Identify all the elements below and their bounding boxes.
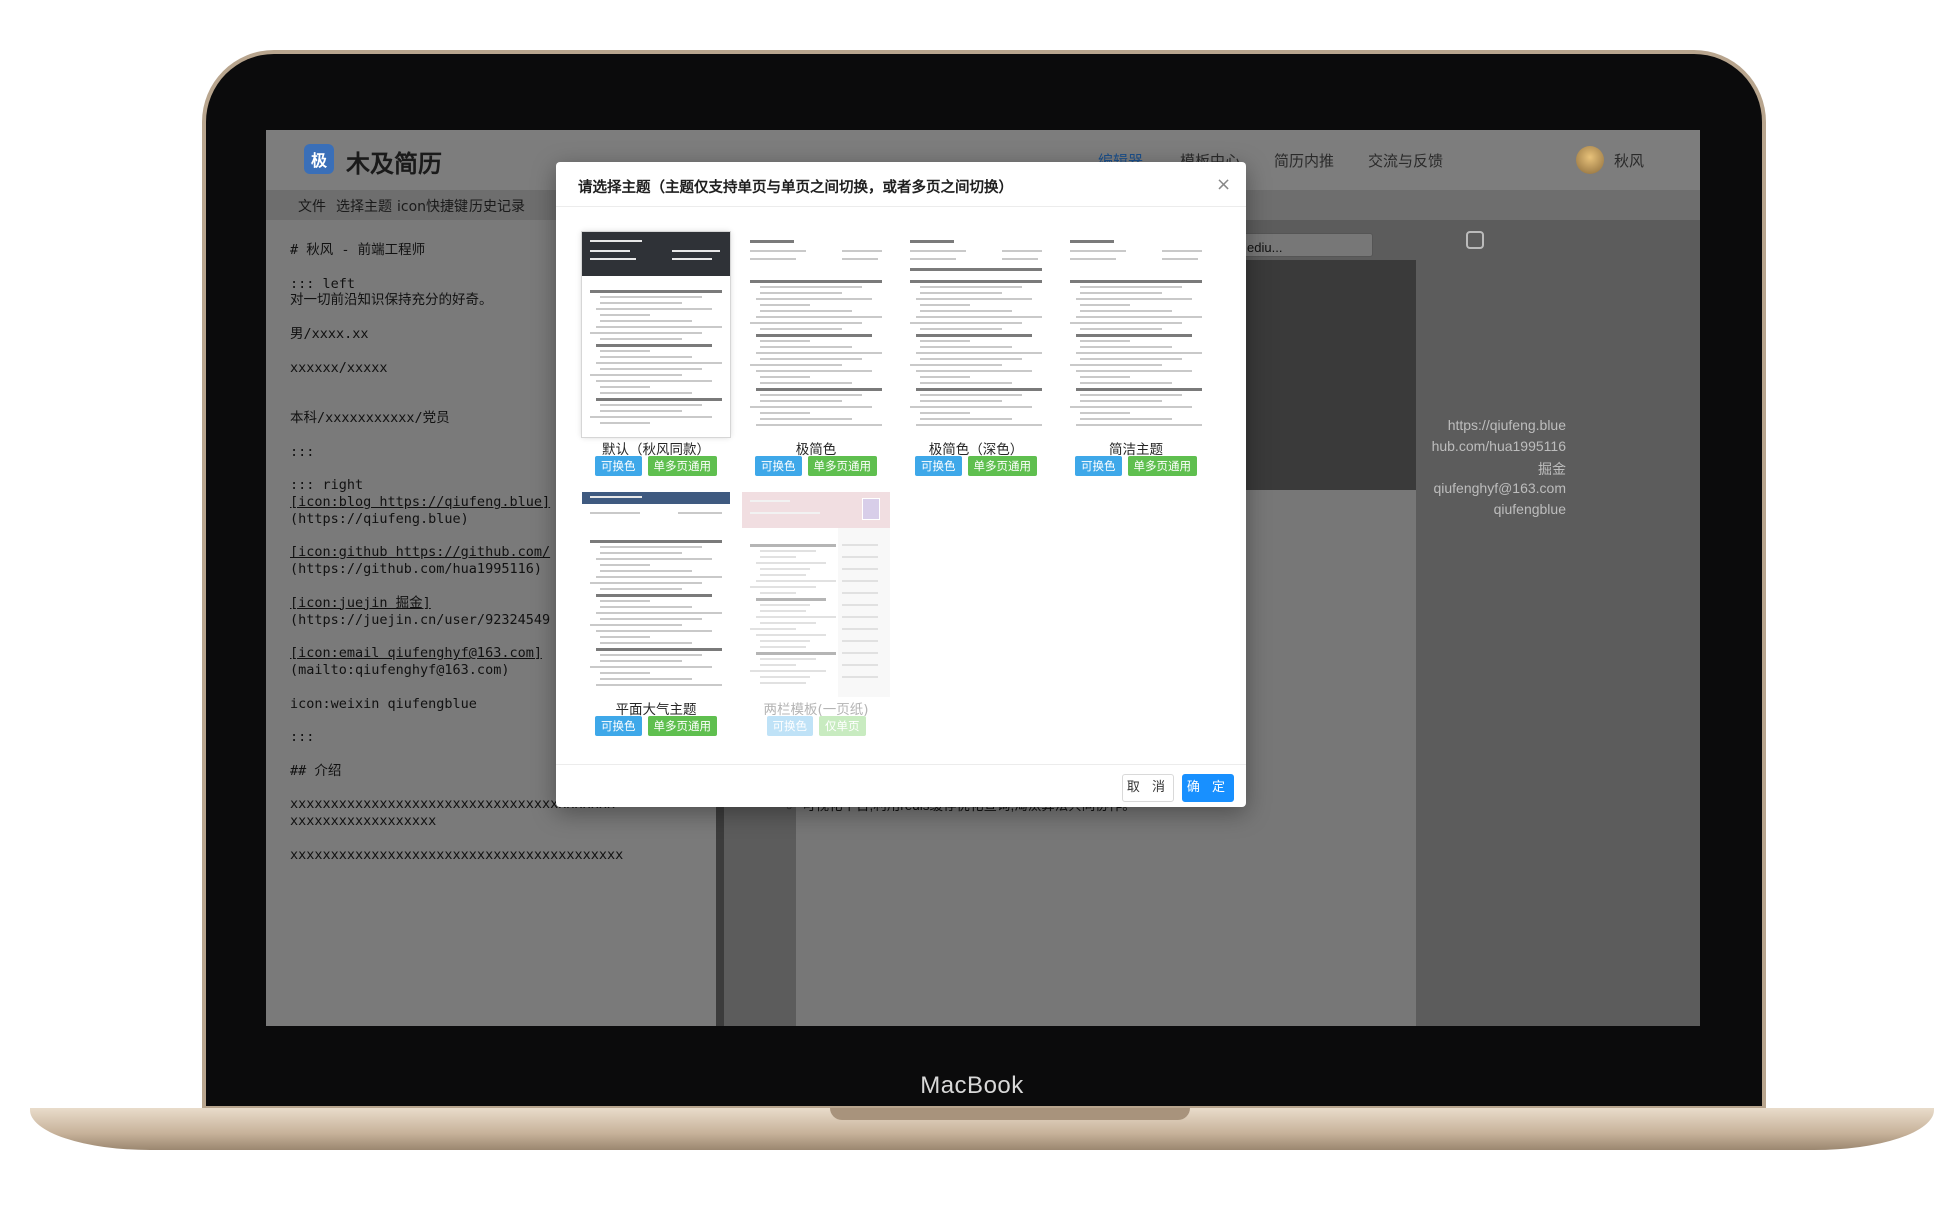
theme-card[interactable]: 极简色（深色） 可换色 单多页通用 <box>902 232 1052 482</box>
theme-name: 简洁主题 <box>1109 442 1163 458</box>
color-switch-tag: 可换色 <box>915 456 962 476</box>
theme-thumbnail[interactable] <box>582 492 730 697</box>
menu-icon-shortcuts[interactable]: icon快捷键 <box>397 196 468 216</box>
nav-feedback[interactable]: 交流与反馈 <box>1368 150 1443 171</box>
theme-name: 默认（秋风同款） <box>602 442 710 458</box>
theme-card[interactable]: 简洁主题 可换色 单多页通用 <box>1062 232 1212 482</box>
theme-select-modal: 请选择主题（主题仅支持单页与单页之间切换，或者多页之间切换） × 默认（秋风同款… <box>556 162 1246 807</box>
page-mode-tag: 单多页通用 <box>647 716 717 736</box>
theme-name: 极简色（深色） <box>928 442 1024 458</box>
theme-name: 两栏模板(一页纸) <box>763 702 869 718</box>
theme-thumbnail[interactable] <box>1062 232 1210 437</box>
app-title[interactable]: 木及简历 <box>346 144 442 179</box>
color-switch-tag: 可换色 <box>1075 456 1122 476</box>
page-mode-tag: 单多页通用 <box>807 456 877 476</box>
theme-tags: 可换色 单多页通用 <box>582 716 730 736</box>
nav-referral[interactable]: 简历内推 <box>1274 150 1334 171</box>
menu-select-theme[interactable]: 选择主题 <box>336 196 392 216</box>
theme-card[interactable]: 极简色 可换色 单多页通用 <box>742 232 892 482</box>
modal-title: 请选择主题（主题仅支持单页与单页之间切换，或者多页之间切换） <box>578 180 1013 196</box>
theme-tags: 可换色 单多页通用 <box>1062 456 1210 476</box>
screen: 极 木及简历 编辑器 模板中心 简历内推 交流与反馈 秋风 文件 选择主题 ic… <box>266 130 1700 1026</box>
menu-file[interactable]: 文件 <box>298 196 326 216</box>
theme-thumbnail[interactable] <box>581 231 731 438</box>
color-switch-tag: 可换色 <box>595 716 642 736</box>
app-logo-icon[interactable]: 极 <box>304 144 334 174</box>
page-mode-tag: 单多页通用 <box>647 456 717 476</box>
user-name[interactable]: 秋风 <box>1614 150 1644 171</box>
theme-card[interactable]: 默认（秋风同款） 可换色 单多页通用 <box>581 231 732 482</box>
editor-line[interactable]: xxxxxxxxxxxxxxxxxx <box>290 813 716 830</box>
theme-tags: 可换色 单多页通用 <box>582 456 730 476</box>
user-avatar[interactable] <box>1576 146 1604 174</box>
modal-header-divider <box>556 206 1246 207</box>
theme-card[interactable]: 两栏模板(一页纸) 可换色 仅单页 <box>742 492 892 742</box>
macbook-label: MacBook <box>920 1072 1024 1099</box>
preview-link-github[interactable]: hub.com/hua1995116 <box>1432 438 1566 454</box>
laptop-base <box>30 1108 1934 1150</box>
editor-line[interactable]: xxxxxxxxxxxxxxxxxxxxxxxxxxxxxxxxxxxxxxxx… <box>290 847 716 864</box>
page-mode-tag: 单多页通用 <box>967 456 1037 476</box>
theme-tags: 可换色 仅单页 <box>742 716 890 736</box>
preview-link-weixin: qiufengblue <box>1493 501 1566 517</box>
page-mode-tag: 仅单页 <box>819 716 866 736</box>
theme-tags: 可换色 单多页通用 <box>742 456 890 476</box>
preview-checkbox[interactable] <box>1466 231 1484 249</box>
menu-history[interactable]: 历史记录 <box>469 196 525 216</box>
close-icon[interactable]: × <box>1216 174 1231 195</box>
theme-name: 平面大气主题 <box>615 702 697 718</box>
color-switch-tag: 可换色 <box>595 456 642 476</box>
preview-link-juejin[interactable]: 掘金 <box>1538 459 1566 479</box>
theme-thumbnail[interactable] <box>742 492 890 697</box>
preview-link-email[interactable]: qiufenghyf@163.com <box>1433 480 1566 496</box>
modal-footer-divider <box>556 764 1246 765</box>
macbook-mockup: 极 木及简历 编辑器 模板中心 简历内推 交流与反馈 秋风 文件 选择主题 ic… <box>0 0 1944 1206</box>
theme-thumbnail[interactable] <box>902 232 1050 437</box>
theme-thumbnail[interactable] <box>742 232 890 437</box>
theme-tags: 可换色 单多页通用 <box>902 456 1050 476</box>
color-switch-tag: 可换色 <box>755 456 802 476</box>
page-mode-tag: 单多页通用 <box>1127 456 1197 476</box>
editor-line[interactable] <box>290 830 716 847</box>
color-switch-tag: 可换色 <box>766 716 813 736</box>
theme-card[interactable]: 平面大气主题 可换色 单多页通用 <box>582 492 732 742</box>
theme-name: 极简色 <box>795 442 837 458</box>
preview-link-blog[interactable]: https://qiufeng.blue <box>1448 417 1566 433</box>
cancel-button[interactable]: 取 消 <box>1122 774 1174 802</box>
ok-button[interactable]: 确 定 <box>1182 774 1234 802</box>
